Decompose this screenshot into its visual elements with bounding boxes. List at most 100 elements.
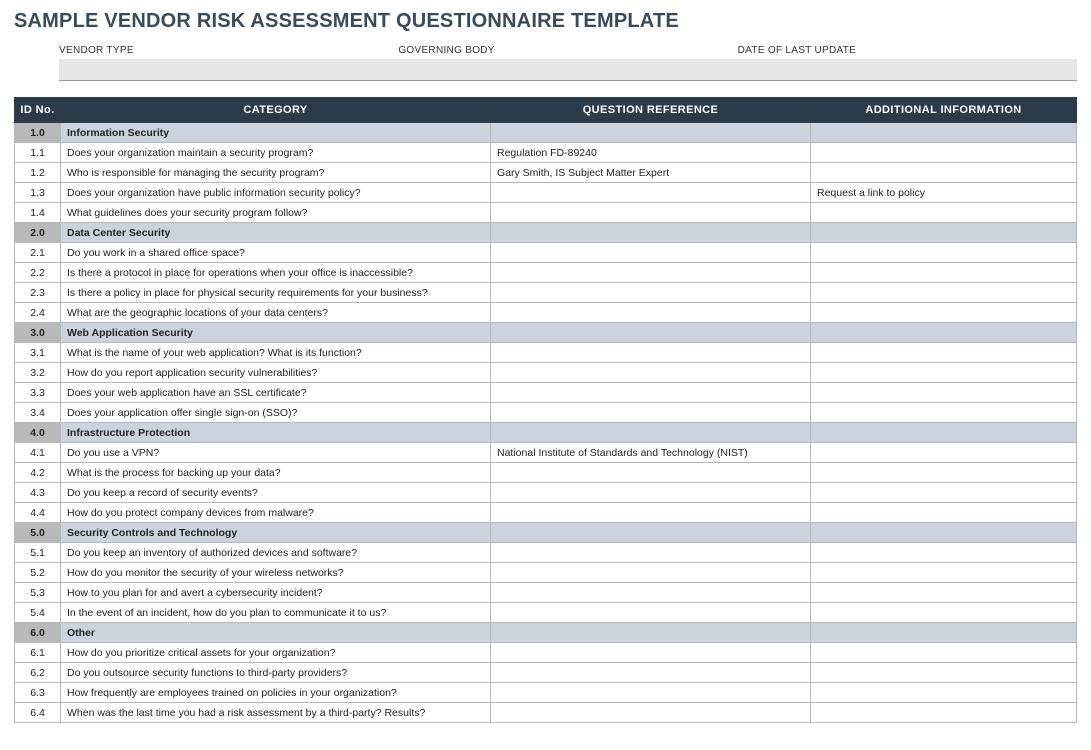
question-row: 6.2Do you outsource security functions t… — [15, 663, 1077, 683]
question-row: 5.2How do you monitor the security of yo… — [15, 563, 1077, 583]
section-ref-blank — [491, 123, 811, 143]
question-id: 2.4 — [15, 303, 61, 323]
question-row: 2.2Is there a protocol in place for oper… — [15, 263, 1077, 283]
question-id: 1.2 — [15, 163, 61, 183]
header-category: CATEGORY — [61, 98, 491, 123]
section-name: Web Application Security — [61, 323, 491, 343]
question-id: 3.4 — [15, 403, 61, 423]
section-name: Information Security — [61, 123, 491, 143]
question-id: 4.4 — [15, 503, 61, 523]
question-reference — [491, 463, 811, 483]
question-id: 2.3 — [15, 283, 61, 303]
question-additional: Request a link to policy — [811, 183, 1077, 203]
section-row: 5.0Security Controls and Technology — [15, 523, 1077, 543]
question-row: 2.1Do you work in a shared office space? — [15, 243, 1077, 263]
question-additional — [811, 603, 1077, 623]
question-text: Do you keep an inventory of authorized d… — [61, 543, 491, 563]
question-additional — [811, 163, 1077, 183]
section-row: 3.0Web Application Security — [15, 323, 1077, 343]
meta-fields: VENDOR TYPE GOVERNING BODY DATE OF LAST … — [59, 43, 1077, 81]
question-text: What are the geographic locations of you… — [61, 303, 491, 323]
question-additional — [811, 483, 1077, 503]
question-text: What guidelines does your security progr… — [61, 203, 491, 223]
question-additional — [811, 663, 1077, 683]
question-additional — [811, 583, 1077, 603]
section-add-blank — [811, 123, 1077, 143]
question-additional — [811, 363, 1077, 383]
question-text: Is there a policy in place for physical … — [61, 283, 491, 303]
section-id: 2.0 — [15, 223, 61, 243]
section-name: Data Center Security — [61, 223, 491, 243]
question-row: 2.3Is there a policy in place for physic… — [15, 283, 1077, 303]
question-id: 4.2 — [15, 463, 61, 483]
question-reference — [491, 203, 811, 223]
section-ref-blank — [491, 323, 811, 343]
question-additional — [811, 283, 1077, 303]
question-reference — [491, 383, 811, 403]
question-reference — [491, 663, 811, 683]
question-text: Do you use a VPN? — [61, 443, 491, 463]
question-reference — [491, 543, 811, 563]
question-reference — [491, 703, 811, 723]
question-id: 6.4 — [15, 703, 61, 723]
question-additional — [811, 463, 1077, 483]
question-additional — [811, 563, 1077, 583]
section-row: 1.0Information Security — [15, 123, 1077, 143]
section-add-blank — [811, 223, 1077, 243]
question-reference — [491, 563, 811, 583]
header-id: ID No. — [15, 98, 61, 123]
question-text: How do you report application security v… — [61, 363, 491, 383]
vendor-type-field: VENDOR TYPE — [59, 43, 398, 81]
section-id: 1.0 — [15, 123, 61, 143]
question-row: 1.3Does your organization have public in… — [15, 183, 1077, 203]
question-row: 3.3Does your web application have an SSL… — [15, 383, 1077, 403]
question-reference — [491, 283, 811, 303]
question-additional — [811, 383, 1077, 403]
question-text: Who is responsible for managing the secu… — [61, 163, 491, 183]
question-id: 6.2 — [15, 663, 61, 683]
question-reference — [491, 583, 811, 603]
question-reference — [491, 263, 811, 283]
question-reference — [491, 343, 811, 363]
question-row: 1.4What guidelines does your security pr… — [15, 203, 1077, 223]
question-row: 1.2Who is responsible for managing the s… — [15, 163, 1077, 183]
question-additional — [811, 243, 1077, 263]
question-row: 4.2What is the process for backing up yo… — [15, 463, 1077, 483]
question-id: 6.3 — [15, 683, 61, 703]
question-additional — [811, 543, 1077, 563]
question-text: How do you protect company devices from … — [61, 503, 491, 523]
governing-body-input[interactable] — [398, 59, 737, 81]
question-reference — [491, 243, 811, 263]
question-text: Do you outsource security functions to t… — [61, 663, 491, 683]
question-additional — [811, 683, 1077, 703]
question-id: 4.3 — [15, 483, 61, 503]
question-additional — [811, 403, 1077, 423]
question-row: 6.3How frequently are employees trained … — [15, 683, 1077, 703]
question-row: 3.1What is the name of your web applicat… — [15, 343, 1077, 363]
section-add-blank — [811, 623, 1077, 643]
question-row: 4.1Do you use a VPN?National Institute o… — [15, 443, 1077, 463]
question-text: How do you prioritize critical assets fo… — [61, 643, 491, 663]
date-last-update-input[interactable] — [738, 59, 1077, 81]
question-reference — [491, 303, 811, 323]
question-additional — [811, 203, 1077, 223]
question-reference — [491, 403, 811, 423]
question-id: 3.3 — [15, 383, 61, 403]
question-text: When was the last time you had a risk as… — [61, 703, 491, 723]
question-id: 1.3 — [15, 183, 61, 203]
question-additional — [811, 263, 1077, 283]
question-text: How do you monitor the security of your … — [61, 563, 491, 583]
question-reference — [491, 503, 811, 523]
question-additional — [811, 303, 1077, 323]
question-text: Does your application offer single sign-… — [61, 403, 491, 423]
question-id: 5.4 — [15, 603, 61, 623]
section-name: Security Controls and Technology — [61, 523, 491, 543]
question-row: 5.1Do you keep an inventory of authorize… — [15, 543, 1077, 563]
table-header-row: ID No. CATEGORY QUESTION REFERENCE ADDIT… — [15, 98, 1077, 123]
vendor-type-input[interactable] — [59, 59, 398, 81]
section-id: 4.0 — [15, 423, 61, 443]
question-id: 1.4 — [15, 203, 61, 223]
question-id: 6.1 — [15, 643, 61, 663]
section-ref-blank — [491, 223, 811, 243]
question-text: In the event of an incident, how do you … — [61, 603, 491, 623]
